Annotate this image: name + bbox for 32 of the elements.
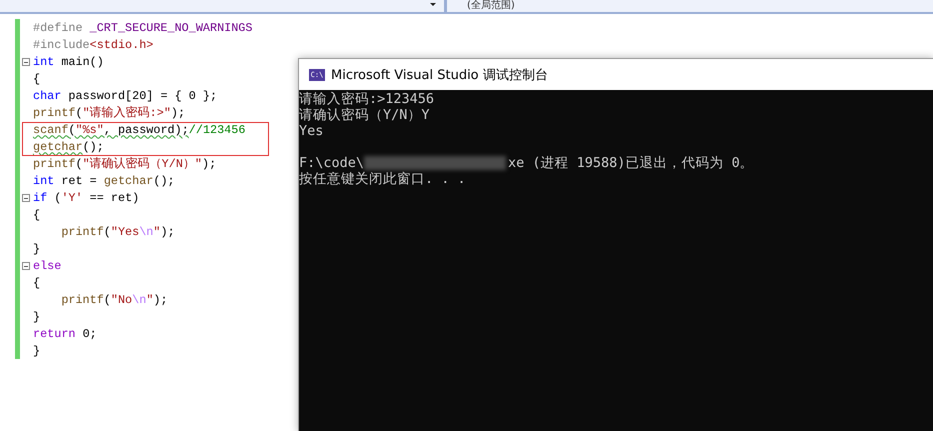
code-line: getchar(); bbox=[33, 140, 104, 154]
scope-dropdown[interactable]: (全局范围) bbox=[444, 0, 933, 12]
code-line: printf("No\n"); bbox=[60, 292, 168, 306]
console-text: xe (进程 19588)已退出，代码为 0。 bbox=[508, 154, 754, 172]
code-line: return 0; bbox=[33, 326, 97, 340]
console-text: Yes bbox=[299, 123, 324, 139]
code-line: printf("请输入密码:>"); bbox=[33, 104, 186, 120]
code-line: if ('Y' == ret) bbox=[33, 190, 140, 204]
code-line: scanf("%s", password);//123456 bbox=[33, 122, 246, 136]
window-title: Microsoft Visual Studio 调试控制台 bbox=[331, 66, 548, 84]
code-line: #include<stdio.h> bbox=[33, 38, 154, 52]
code-line: printf("Yes\n"); bbox=[60, 224, 175, 238]
console-text: 按任意键关闭此窗口. . . bbox=[299, 170, 466, 188]
console-text: 请确认密码（Y/N）Y bbox=[299, 106, 430, 124]
code-line: int main() bbox=[33, 54, 104, 68]
code-line: { bbox=[33, 208, 40, 222]
code-line: printf("请确认密码（Y/N）"); bbox=[33, 156, 216, 172]
code-line: { bbox=[33, 276, 40, 290]
console-text: F:\code\ bbox=[299, 155, 364, 171]
collapse-icon[interactable] bbox=[22, 194, 30, 202]
collapse-icon[interactable] bbox=[22, 262, 30, 270]
code-line: } bbox=[33, 344, 40, 358]
caret-icon[interactable] bbox=[430, 3, 436, 6]
code-line: { bbox=[33, 72, 40, 86]
code-line: } bbox=[33, 310, 40, 324]
code-line: char password[20] = { 0 }; bbox=[33, 88, 218, 102]
code-line: else bbox=[33, 258, 62, 272]
code-line: int ret = getchar(); bbox=[33, 174, 175, 188]
code-line: #define _CRT_SECURE_NO_WARNINGS bbox=[33, 20, 252, 34]
collapse-icon[interactable] bbox=[22, 58, 30, 66]
console-text: 请输入密码:>123456 bbox=[299, 90, 434, 108]
code-line: } bbox=[33, 242, 40, 256]
